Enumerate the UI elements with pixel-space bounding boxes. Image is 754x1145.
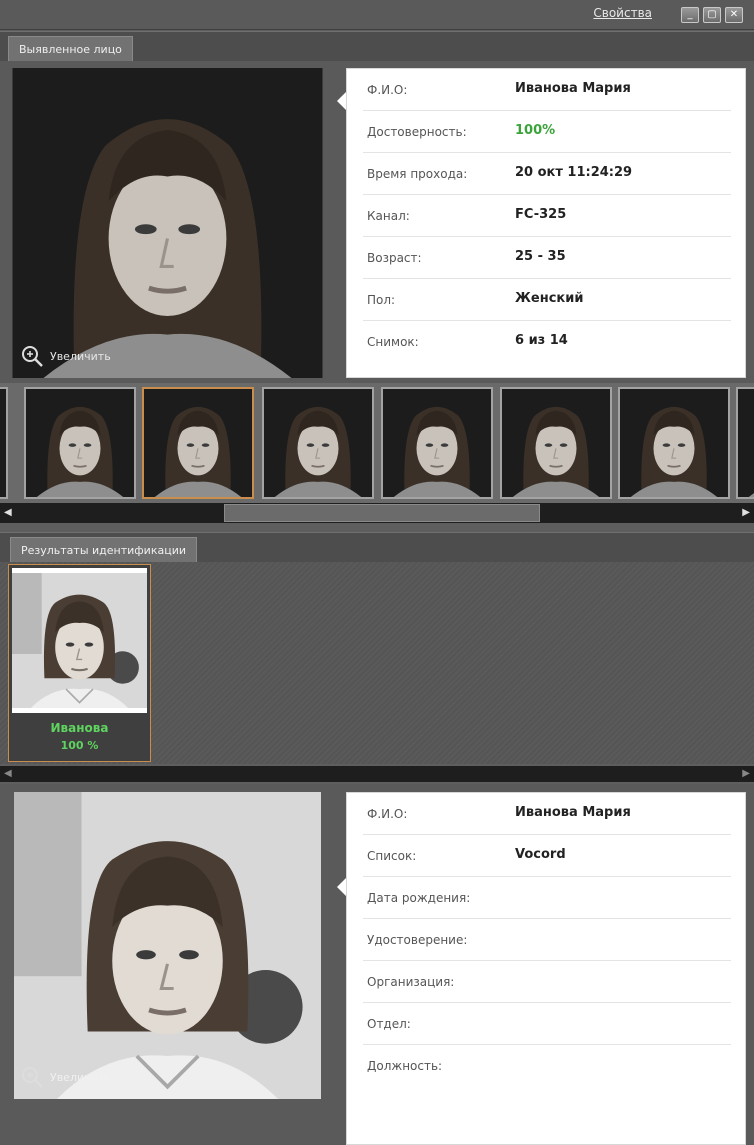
field-value: Иванова Мария xyxy=(515,805,631,820)
zoom-in-icon xyxy=(22,1067,43,1088)
snapshot-thumbnail[interactable] xyxy=(618,387,730,499)
snapshot-thumbnail[interactable] xyxy=(381,387,493,499)
tab-identification-results[interactable]: Результаты идентификации xyxy=(10,537,198,563)
info-row-organization: Организация: xyxy=(363,961,731,1003)
snapshot-filmstrip xyxy=(0,383,754,503)
field-label: Организация: xyxy=(367,975,455,989)
info-row-birthdate: Дата рождения: xyxy=(363,877,731,919)
maximize-button[interactable]: ▢ xyxy=(703,7,721,23)
zoom-label: Увеличить xyxy=(50,1070,111,1084)
field-label: Удостоверение: xyxy=(367,933,468,947)
snapshot-thumbnail[interactable] xyxy=(262,387,374,499)
field-label: Канал: xyxy=(367,209,410,223)
field-value: 25 - 35 xyxy=(515,249,566,264)
field-label: Снимок: xyxy=(367,335,419,349)
field-value: Иванова Мария xyxy=(515,81,631,96)
info-row-name: Ф.И.О: Иванова Мария xyxy=(363,69,731,111)
detected-face-photo[interactable]: Увеличить xyxy=(12,68,323,378)
detected-face-image xyxy=(12,68,323,378)
minimize-button[interactable]: _ xyxy=(681,7,699,23)
info-row-position: Должность: xyxy=(363,1045,731,1087)
minimize-icon: _ xyxy=(687,9,693,20)
info-row-id-document: Удостоверение: xyxy=(363,919,731,961)
field-value: Женский xyxy=(515,291,584,306)
info-row-age: Возраст: 25 - 35 xyxy=(363,237,731,279)
info-row-name: Ф.И.О: Иванова Мария xyxy=(363,793,731,835)
info-row-snapshot: Снимок: 6 из 14 xyxy=(363,321,731,363)
field-label: Список: xyxy=(367,849,417,863)
snapshot-thumbnail[interactable] xyxy=(0,387,8,499)
window-titlebar: Свойства _ ▢ ✕ xyxy=(0,0,754,30)
profile-photo[interactable]: Увеличить xyxy=(12,792,323,1099)
info-row-time: Время прохода: 20 окт 11:24:29 xyxy=(363,153,731,195)
snapshot-thumbnail[interactable] xyxy=(24,387,136,499)
close-icon: ✕ xyxy=(729,9,739,20)
scroll-right-icon[interactable]: ▶ xyxy=(742,507,750,518)
properties-link[interactable]: Свойства xyxy=(593,6,652,20)
filmstrip-scrollbar[interactable]: ◀ ▶ xyxy=(0,503,754,523)
field-label: Пол: xyxy=(367,293,396,307)
info-row-department: Отдел: xyxy=(363,1003,731,1045)
field-label: Время прохода: xyxy=(367,167,468,181)
detected-info-card: Ф.И.О: Иванова Мария Достоверность: 100%… xyxy=(346,68,746,378)
field-label: Дата рождения: xyxy=(367,891,471,905)
field-label: Достоверность: xyxy=(367,125,467,139)
snapshot-thumbnail[interactable] xyxy=(736,387,754,499)
info-row-channel: Канал: FC-325 xyxy=(363,195,731,237)
info-row-confidence: Достоверность: 100% xyxy=(363,111,731,153)
match-card[interactable]: Иванова 100 % xyxy=(8,564,151,762)
close-button[interactable]: ✕ xyxy=(725,7,743,23)
results-section-header: Результаты идентификации xyxy=(0,532,754,563)
field-value: FC-325 xyxy=(515,207,567,222)
info-row-gender: Пол: Женский xyxy=(363,279,731,321)
field-label: Должность: xyxy=(367,1059,443,1073)
card-pointer xyxy=(337,878,346,896)
field-label: Ф.И.О: xyxy=(367,807,408,821)
confidence-value: 100% xyxy=(515,123,556,138)
match-photo xyxy=(12,568,147,713)
info-row-list: Список: Vocord xyxy=(363,835,731,877)
profile-face-image xyxy=(12,792,323,1099)
maximize-icon: ▢ xyxy=(707,9,717,20)
match-name: Иванова xyxy=(50,721,109,735)
results-scrollbar[interactable]: ◀ ▶ xyxy=(0,766,754,782)
zoom-control[interactable]: Увеличить xyxy=(20,344,111,368)
field-value: 20 окт 11:24:29 xyxy=(515,165,633,180)
field-label: Возраст: xyxy=(367,251,422,265)
scroll-right-icon[interactable]: ▶ xyxy=(742,768,750,779)
snapshot-thumbnail[interactable] xyxy=(500,387,612,499)
tab-detected-face[interactable]: Выявленное лицо xyxy=(8,36,133,62)
field-value: 6 из 14 xyxy=(515,333,568,348)
field-label: Отдел: xyxy=(367,1017,411,1031)
snapshot-thumbnail-selected[interactable] xyxy=(142,387,254,499)
field-value: Vocord xyxy=(515,847,566,862)
profile-info-card: Ф.И.О: Иванова Мария Список: Vocord Дата… xyxy=(346,792,746,1145)
scroll-thumb[interactable] xyxy=(224,504,540,522)
card-pointer xyxy=(337,92,346,110)
scroll-left-icon[interactable]: ◀ xyxy=(4,768,12,779)
match-percent: 100 % xyxy=(60,739,99,752)
detected-section-header: Выявленное лицо xyxy=(0,31,754,62)
field-label: Ф.И.О: xyxy=(367,83,408,97)
zoom-control[interactable]: Увеличить xyxy=(20,1065,111,1089)
zoom-label: Увеличить xyxy=(50,349,111,363)
scroll-left-icon[interactable]: ◀ xyxy=(4,507,12,518)
zoom-in-icon xyxy=(22,346,43,367)
